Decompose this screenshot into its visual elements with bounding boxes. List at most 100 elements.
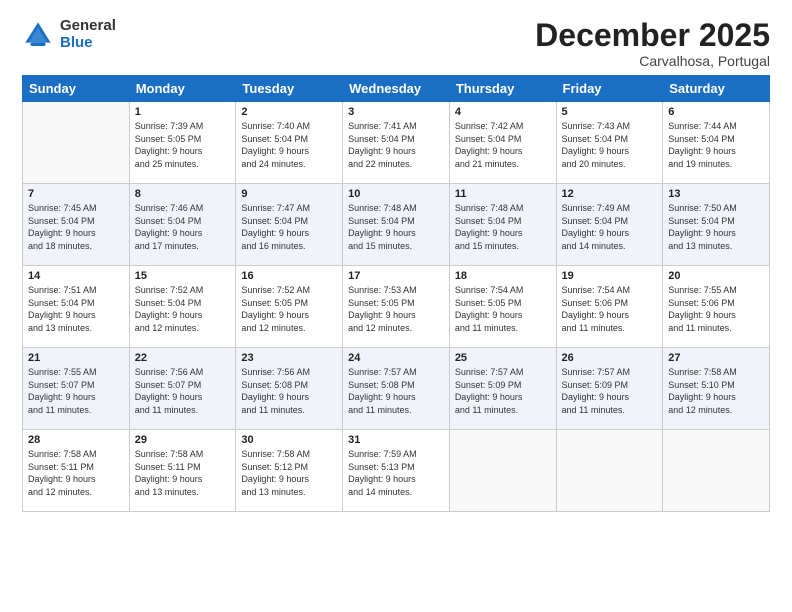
day-info: Sunrise: 7:55 AM Sunset: 5:07 PM Dayligh… [28, 366, 124, 416]
month-title: December 2025 [535, 18, 770, 53]
calendar-table: SundayMondayTuesdayWednesdayThursdayFrid… [22, 75, 770, 512]
day-number: 30 [241, 434, 337, 446]
calendar-cell: 28Sunrise: 7:58 AM Sunset: 5:11 PM Dayli… [23, 430, 130, 512]
weekday-monday: Monday [129, 76, 236, 102]
calendar-cell: 4 Sunrise: 7:42 AM Sunset: 5:04 PM Daylig… [449, 102, 556, 184]
day-info: Sunrise: 7:45 AM Sunset: 5:04 PM Dayligh… [28, 202, 124, 252]
day-number: 17 [348, 270, 444, 282]
day-info: Sunrise: 7:58 AM Sunset: 5:11 PM Dayligh… [28, 448, 124, 498]
calendar-week-2: 7 Sunrise: 7:45 AM Sunset: 5:04 PM Daylig… [23, 184, 770, 266]
day-number: 16 [241, 270, 337, 282]
day-info: Sunrise: 7:48 AM Sunset: 5:04 PM Dayligh… [455, 202, 551, 252]
calendar-cell: 8 Sunrise: 7:46 AM Sunset: 5:04 PM Daylig… [129, 184, 236, 266]
title-block: December 2025 Carvalhosa, Portugal [535, 18, 770, 69]
day-info: Sunrise: 7:40 AM Sunset: 5:04 PM Dayligh… [241, 120, 337, 170]
calendar-week-4: 21 Sunrise: 7:55 AM Sunset: 5:07 PM Dayli… [23, 348, 770, 430]
header: General Blue December 2025 Carvalhosa, P… [22, 18, 770, 69]
day-info: Sunrise: 7:56 AM Sunset: 5:08 PM Dayligh… [241, 366, 337, 416]
day-number: 12 [562, 188, 658, 200]
calendar-week-1: 1Sunrise: 7:39 AM Sunset: 5:05 PM Daylig… [23, 102, 770, 184]
day-number: 9 [241, 188, 337, 200]
location: Carvalhosa, Portugal [535, 53, 770, 69]
calendar-cell: 1Sunrise: 7:39 AM Sunset: 5:05 PM Daylig… [129, 102, 236, 184]
calendar-cell: 10 Sunrise: 7:48 AM Sunset: 5:04 PM Dayli… [343, 184, 450, 266]
day-info: Sunrise: 7:54 AM Sunset: 5:06 PM Dayligh… [562, 284, 658, 334]
calendar-cell [663, 430, 770, 512]
calendar-cell: 19 Sunrise: 7:54 AM Sunset: 5:06 PM Dayli… [556, 266, 663, 348]
calendar-cell: 24Sunrise: 7:57 AM Sunset: 5:08 PM Dayli… [343, 348, 450, 430]
day-number: 8 [135, 188, 231, 200]
day-info: Sunrise: 7:51 AM Sunset: 5:04 PM Dayligh… [28, 284, 124, 334]
calendar-cell: 7 Sunrise: 7:45 AM Sunset: 5:04 PM Daylig… [23, 184, 130, 266]
logo: General Blue [22, 18, 116, 51]
day-info: Sunrise: 7:42 AM Sunset: 5:04 PM Dayligh… [455, 120, 551, 170]
calendar-cell: 12 Sunrise: 7:49 AM Sunset: 5:04 PM Dayli… [556, 184, 663, 266]
day-number: 26 [562, 352, 658, 364]
day-number: 18 [455, 270, 551, 282]
day-info: Sunrise: 7:58 AM Sunset: 5:11 PM Dayligh… [135, 448, 231, 498]
day-number: 29 [135, 434, 231, 446]
day-info: Sunrise: 7:49 AM Sunset: 5:04 PM Dayligh… [562, 202, 658, 252]
day-number: 15 [135, 270, 231, 282]
calendar-cell: 9Sunrise: 7:47 AM Sunset: 5:04 PM Daylig… [236, 184, 343, 266]
calendar-cell: 13 Sunrise: 7:50 AM Sunset: 5:04 PM Dayli… [663, 184, 770, 266]
day-info: Sunrise: 7:41 AM Sunset: 5:04 PM Dayligh… [348, 120, 444, 170]
day-info: Sunrise: 7:57 AM Sunset: 5:09 PM Dayligh… [562, 366, 658, 416]
calendar-cell: 23 Sunrise: 7:56 AM Sunset: 5:08 PM Dayli… [236, 348, 343, 430]
weekday-friday: Friday [556, 76, 663, 102]
day-info: Sunrise: 7:55 AM Sunset: 5:06 PM Dayligh… [668, 284, 764, 334]
day-number: 25 [455, 352, 551, 364]
day-info: Sunrise: 7:58 AM Sunset: 5:10 PM Dayligh… [668, 366, 764, 416]
logo-text: General Blue [60, 18, 116, 51]
calendar-cell: 22Sunrise: 7:56 AM Sunset: 5:07 PM Dayli… [129, 348, 236, 430]
weekday-tuesday: Tuesday [236, 76, 343, 102]
day-info: Sunrise: 7:44 AM Sunset: 5:04 PM Dayligh… [668, 120, 764, 170]
day-number: 20 [668, 270, 764, 282]
day-info: Sunrise: 7:58 AM Sunset: 5:12 PM Dayligh… [241, 448, 337, 498]
day-number: 2 [241, 106, 337, 118]
calendar-cell: 20 Sunrise: 7:55 AM Sunset: 5:06 PM Dayli… [663, 266, 770, 348]
day-number: 11 [455, 188, 551, 200]
day-number: 31 [348, 434, 444, 446]
logo-general-text: General [60, 18, 116, 35]
weekday-wednesday: Wednesday [343, 76, 450, 102]
day-info: Sunrise: 7:43 AM Sunset: 5:04 PM Dayligh… [562, 120, 658, 170]
day-number: 3 [348, 106, 444, 118]
calendar-week-3: 14Sunrise: 7:51 AM Sunset: 5:04 PM Dayli… [23, 266, 770, 348]
day-number: 23 [241, 352, 337, 364]
day-number: 27 [668, 352, 764, 364]
day-info: Sunrise: 7:46 AM Sunset: 5:04 PM Dayligh… [135, 202, 231, 252]
logo-icon [22, 19, 54, 51]
day-info: Sunrise: 7:52 AM Sunset: 5:05 PM Dayligh… [241, 284, 337, 334]
calendar-cell [449, 430, 556, 512]
calendar-cell: 14Sunrise: 7:51 AM Sunset: 5:04 PM Dayli… [23, 266, 130, 348]
day-number: 13 [668, 188, 764, 200]
day-info: Sunrise: 7:57 AM Sunset: 5:08 PM Dayligh… [348, 366, 444, 416]
calendar-cell: 25 Sunrise: 7:57 AM Sunset: 5:09 PM Dayli… [449, 348, 556, 430]
day-number: 21 [28, 352, 124, 364]
day-number: 22 [135, 352, 231, 364]
day-info: Sunrise: 7:50 AM Sunset: 5:04 PM Dayligh… [668, 202, 764, 252]
weekday-saturday: Saturday [663, 76, 770, 102]
weekday-sunday: Sunday [23, 76, 130, 102]
calendar-cell: 15 Sunrise: 7:52 AM Sunset: 5:04 PM Dayli… [129, 266, 236, 348]
calendar-cell: 17Sunrise: 7:53 AM Sunset: 5:05 PM Dayli… [343, 266, 450, 348]
day-number: 10 [348, 188, 444, 200]
calendar-cell: 11 Sunrise: 7:48 AM Sunset: 5:04 PM Dayli… [449, 184, 556, 266]
calendar-cell [23, 102, 130, 184]
day-number: 6 [668, 106, 764, 118]
day-number: 7 [28, 188, 124, 200]
day-info: Sunrise: 7:57 AM Sunset: 5:09 PM Dayligh… [455, 366, 551, 416]
day-number: 1 [135, 106, 231, 118]
calendar-cell: 6 Sunrise: 7:44 AM Sunset: 5:04 PM Daylig… [663, 102, 770, 184]
day-info: Sunrise: 7:52 AM Sunset: 5:04 PM Dayligh… [135, 284, 231, 334]
calendar-cell: 2 Sunrise: 7:40 AM Sunset: 5:04 PM Daylig… [236, 102, 343, 184]
day-info: Sunrise: 7:48 AM Sunset: 5:04 PM Dayligh… [348, 202, 444, 252]
calendar-cell [556, 430, 663, 512]
page: General Blue December 2025 Carvalhosa, P… [0, 0, 792, 612]
calendar-cell: 26 Sunrise: 7:57 AM Sunset: 5:09 PM Dayli… [556, 348, 663, 430]
day-number: 4 [455, 106, 551, 118]
day-number: 19 [562, 270, 658, 282]
day-number: 5 [562, 106, 658, 118]
calendar-cell: 21 Sunrise: 7:55 AM Sunset: 5:07 PM Dayli… [23, 348, 130, 430]
